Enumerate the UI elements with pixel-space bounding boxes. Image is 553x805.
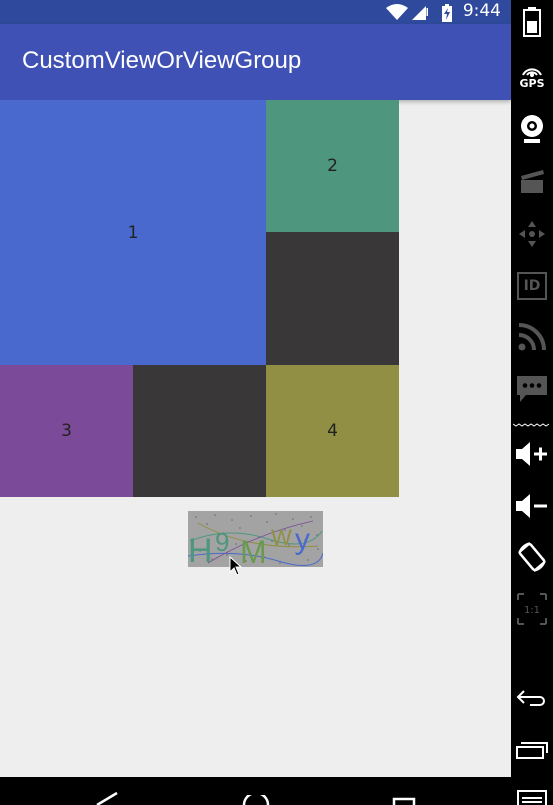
captcha-view[interactable]: H 9 M W y <box>188 511 323 567</box>
volume-up-icon <box>516 442 547 466</box>
home-nav-icon[interactable] <box>241 795 271 805</box>
cell-label-4: 4 <box>327 421 338 441</box>
overview-icon <box>516 742 548 759</box>
dpad-icon <box>519 221 545 247</box>
recents-nav-icon[interactable] <box>392 797 416 805</box>
scale-icon: 1:1 <box>517 593 547 625</box>
media-tool[interactable] <box>511 166 553 196</box>
battery-icon <box>523 7 541 37</box>
volume-down-button[interactable] <box>511 488 553 524</box>
menu-icon <box>517 790 547 805</box>
grid-cell-3[interactable]: 3 <box>0 365 133 497</box>
grid-cell-dark-top[interactable] <box>266 232 399 365</box>
grid-cell-4[interactable]: 4 <box>266 365 399 497</box>
grid-cell-1[interactable]: 1 <box>0 100 266 365</box>
app-screen: 9:44 CustomViewOrViewGroup 1 2 3 4 H 9 M… <box>0 0 511 805</box>
cell-signal-icon <box>412 6 428 20</box>
volume-down-icon <box>516 494 547 518</box>
cell-label-2: 2 <box>327 156 338 176</box>
back-arrow-icon <box>516 690 545 706</box>
menu-button[interactable] <box>511 786 553 805</box>
volume-up-button[interactable] <box>511 436 553 472</box>
gps-tool[interactable]: GPS <box>511 58 553 92</box>
rss-icon <box>518 323 546 351</box>
id-icon: ID <box>517 272 547 300</box>
svg-text:y: y <box>295 523 310 556</box>
svg-text:W: W <box>271 525 292 550</box>
camera-tool[interactable] <box>511 112 553 146</box>
dpad-tool[interactable] <box>511 218 553 250</box>
sms-icon <box>517 376 547 402</box>
rotate-button[interactable] <box>511 538 553 576</box>
svg-text:H: H <box>188 532 213 567</box>
scale-ratio-text: 1:1 <box>524 605 540 616</box>
cell-label-3: 3 <box>61 421 72 441</box>
back-nav-icon[interactable] <box>95 791 121 805</box>
webcam-icon <box>521 115 543 143</box>
separator-divider <box>513 423 550 427</box>
network-tool[interactable] <box>511 320 553 354</box>
cell-label-1: 1 <box>127 222 139 243</box>
mouse-cursor-icon <box>229 556 243 576</box>
id-label: ID <box>523 278 541 294</box>
battery-charging-icon <box>442 4 452 22</box>
scale-tool[interactable]: 1:1 <box>511 590 553 628</box>
emulator-toolbar: GPS ID 1:1 <box>511 0 553 805</box>
svg-text:M: M <box>240 534 267 567</box>
grid-cell-2[interactable]: 2 <box>266 100 399 232</box>
gps-icon <box>522 67 542 77</box>
app-bar: CustomViewOrViewGroup <box>0 24 511 100</box>
gps-label: GPS <box>519 76 545 90</box>
nav-bar <box>0 777 511 805</box>
rotate-icon <box>518 542 546 572</box>
wifi-icon <box>386 4 408 20</box>
svg-text:9: 9 <box>215 527 229 557</box>
sms-tool[interactable] <box>511 372 553 406</box>
status-time: 9:44 <box>462 1 501 21</box>
back-button[interactable] <box>511 684 553 712</box>
clapperboard-icon <box>521 170 544 193</box>
overview-button[interactable] <box>511 736 553 764</box>
toolbar-separator <box>511 422 553 428</box>
app-title: CustomViewOrViewGroup <box>22 47 302 74</box>
device-id-tool[interactable]: ID <box>511 270 553 302</box>
grid-cell-dark-bottom[interactable] <box>133 365 266 497</box>
status-bar: 9:44 <box>0 0 511 24</box>
captcha-image: H 9 M W y <box>188 513 323 567</box>
battery-tool[interactable] <box>511 4 553 40</box>
